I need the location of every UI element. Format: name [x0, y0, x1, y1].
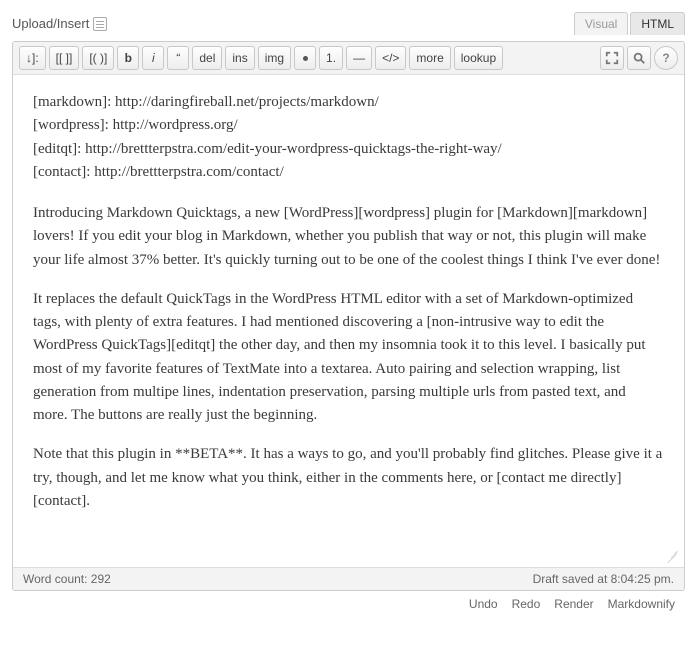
markdownify-action[interactable]: Markdownify [608, 597, 675, 611]
upload-insert[interactable]: Upload/Insert [12, 16, 107, 31]
editor-textarea[interactable]: [markdown]: http://daringfireball.net/pr… [13, 75, 684, 567]
upload-insert-label: Upload/Insert [12, 16, 89, 31]
tab-visual[interactable]: Visual [574, 12, 628, 35]
ref-line: [contact]: http://brettterpstra.com/cont… [33, 164, 284, 180]
ref-line: [wordpress]: http://wordpress.org/ [33, 117, 238, 133]
help-icon: ? [662, 51, 669, 65]
editor-tabs: Visual HTML [574, 12, 685, 35]
render-action[interactable]: Render [554, 597, 593, 611]
ins-button[interactable]: ins [225, 46, 254, 70]
brackets-button[interactable]: [[ ]] [49, 46, 80, 70]
paragraph: Introducing Markdown Quicktags, a new [W… [33, 202, 664, 272]
draft-saved: Draft saved at 8:04:25 pm. [533, 572, 674, 586]
paragraph: It replaces the default QuickTags in the… [33, 288, 664, 428]
img-button[interactable]: img [258, 46, 291, 70]
fullscreen-icon [605, 51, 619, 65]
redo-action[interactable]: Redo [512, 597, 541, 611]
hr-button[interactable]: — [346, 46, 372, 70]
status-bar: Word count: 292 Draft saved at 8:04:25 p… [13, 567, 684, 590]
fullscreen-button[interactable] [600, 46, 624, 70]
undo-action[interactable]: Undo [469, 597, 498, 611]
bottom-actions: Undo Redo Render Markdownify [12, 591, 685, 611]
resize-handle[interactable] [662, 547, 676, 561]
paragraph: Note that this plugin in **BETA**. It ha… [33, 443, 664, 513]
paren-brackets-button[interactable]: [( )] [82, 46, 114, 70]
quote-button[interactable]: “ [167, 46, 189, 70]
editor-panel: ↓]: [[ ]] [( )] b i “ del ins img 1. — <… [12, 41, 685, 591]
more-button[interactable]: more [409, 46, 450, 70]
lookup-button[interactable]: lookup [454, 46, 503, 70]
search-icon [632, 51, 646, 65]
italic-button[interactable]: i [142, 46, 164, 70]
tab-html[interactable]: HTML [630, 12, 685, 35]
bold-button[interactable]: b [117, 46, 139, 70]
del-button[interactable]: del [192, 46, 222, 70]
ref-line: [markdown]: http://daringfireball.net/pr… [33, 94, 379, 110]
help-button[interactable]: ? [654, 46, 678, 70]
numbered-list-button[interactable]: 1. [319, 46, 343, 70]
word-count: Word count: 292 [23, 572, 111, 586]
bullet-icon [303, 56, 308, 61]
code-button[interactable]: </> [375, 46, 406, 70]
media-icon[interactable] [93, 17, 107, 31]
ref-line: [editqt]: http://brettterpstra.com/edit-… [33, 141, 502, 157]
toolbar: ↓]: [[ ]] [( )] b i “ del ins img 1. — <… [13, 42, 684, 75]
jump-refs-button[interactable]: ↓]: [19, 46, 46, 70]
bullet-list-button[interactable] [294, 46, 316, 70]
search-button[interactable] [627, 46, 651, 70]
